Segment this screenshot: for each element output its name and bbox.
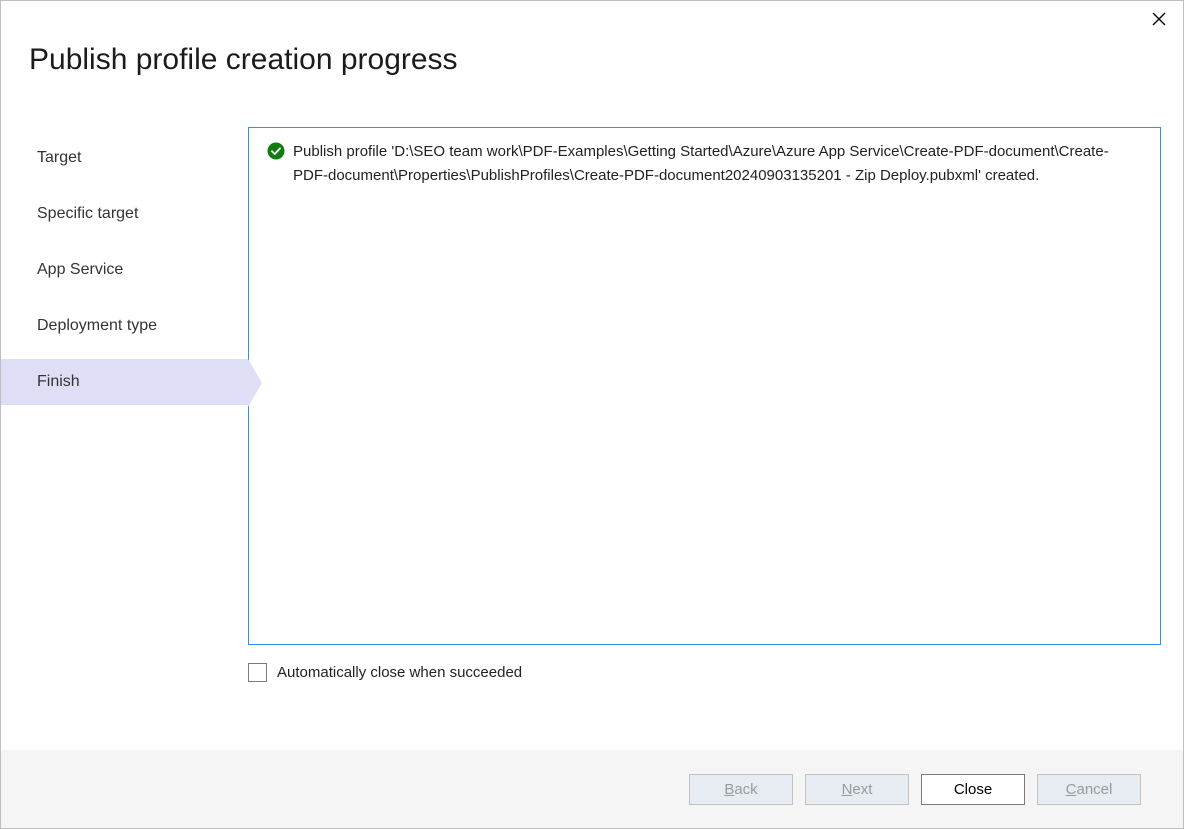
auto-close-label: Automatically close when succeeded (277, 664, 522, 681)
wizard-footer: Back Next Close Cancel (1, 750, 1183, 828)
success-check-icon (267, 142, 285, 168)
wizard-steps-sidebar: Target Specific target App Service Deplo… (1, 127, 248, 645)
sidebar-item-app-service[interactable]: App Service (1, 247, 248, 293)
cancel-button-label: Cancel (1066, 781, 1113, 798)
window-close-button[interactable] (1149, 11, 1169, 31)
sidebar-item-specific-target[interactable]: Specific target (1, 191, 248, 237)
status-message-text: Publish profile 'D:\SEO team work\PDF-Ex… (293, 140, 1142, 188)
status-message-row: Publish profile 'D:\SEO team work\PDF-Ex… (267, 140, 1142, 188)
page-title: Publish profile creation progress (1, 1, 1183, 77)
cancel-button[interactable]: Cancel (1037, 774, 1141, 805)
back-button-label: Back (724, 781, 757, 798)
sidebar-item-deployment-type[interactable]: Deployment type (1, 303, 248, 349)
close-button[interactable]: Close (921, 774, 1025, 805)
sidebar-item-label: Target (37, 149, 81, 166)
sidebar-item-label: Deployment type (37, 317, 157, 334)
wizard-body: Target Specific target App Service Deplo… (1, 77, 1183, 645)
next-button-label: Next (842, 781, 873, 798)
publish-wizard-window: Publish profile creation progress Target… (0, 0, 1184, 829)
next-button[interactable]: Next (805, 774, 909, 805)
back-button[interactable]: Back (689, 774, 793, 805)
sidebar-item-label: Finish (37, 373, 80, 390)
sidebar-item-finish[interactable]: Finish (1, 359, 248, 405)
sidebar-item-label: App Service (37, 261, 123, 278)
sidebar-item-label: Specific target (37, 205, 138, 222)
auto-close-checkbox[interactable] (248, 663, 267, 682)
auto-close-row: Automatically close when succeeded (1, 645, 1183, 682)
close-button-label: Close (954, 781, 992, 798)
sidebar-item-target[interactable]: Target (1, 135, 248, 181)
close-icon (1152, 12, 1166, 31)
progress-output-panel: Publish profile 'D:\SEO team work\PDF-Ex… (248, 127, 1161, 645)
